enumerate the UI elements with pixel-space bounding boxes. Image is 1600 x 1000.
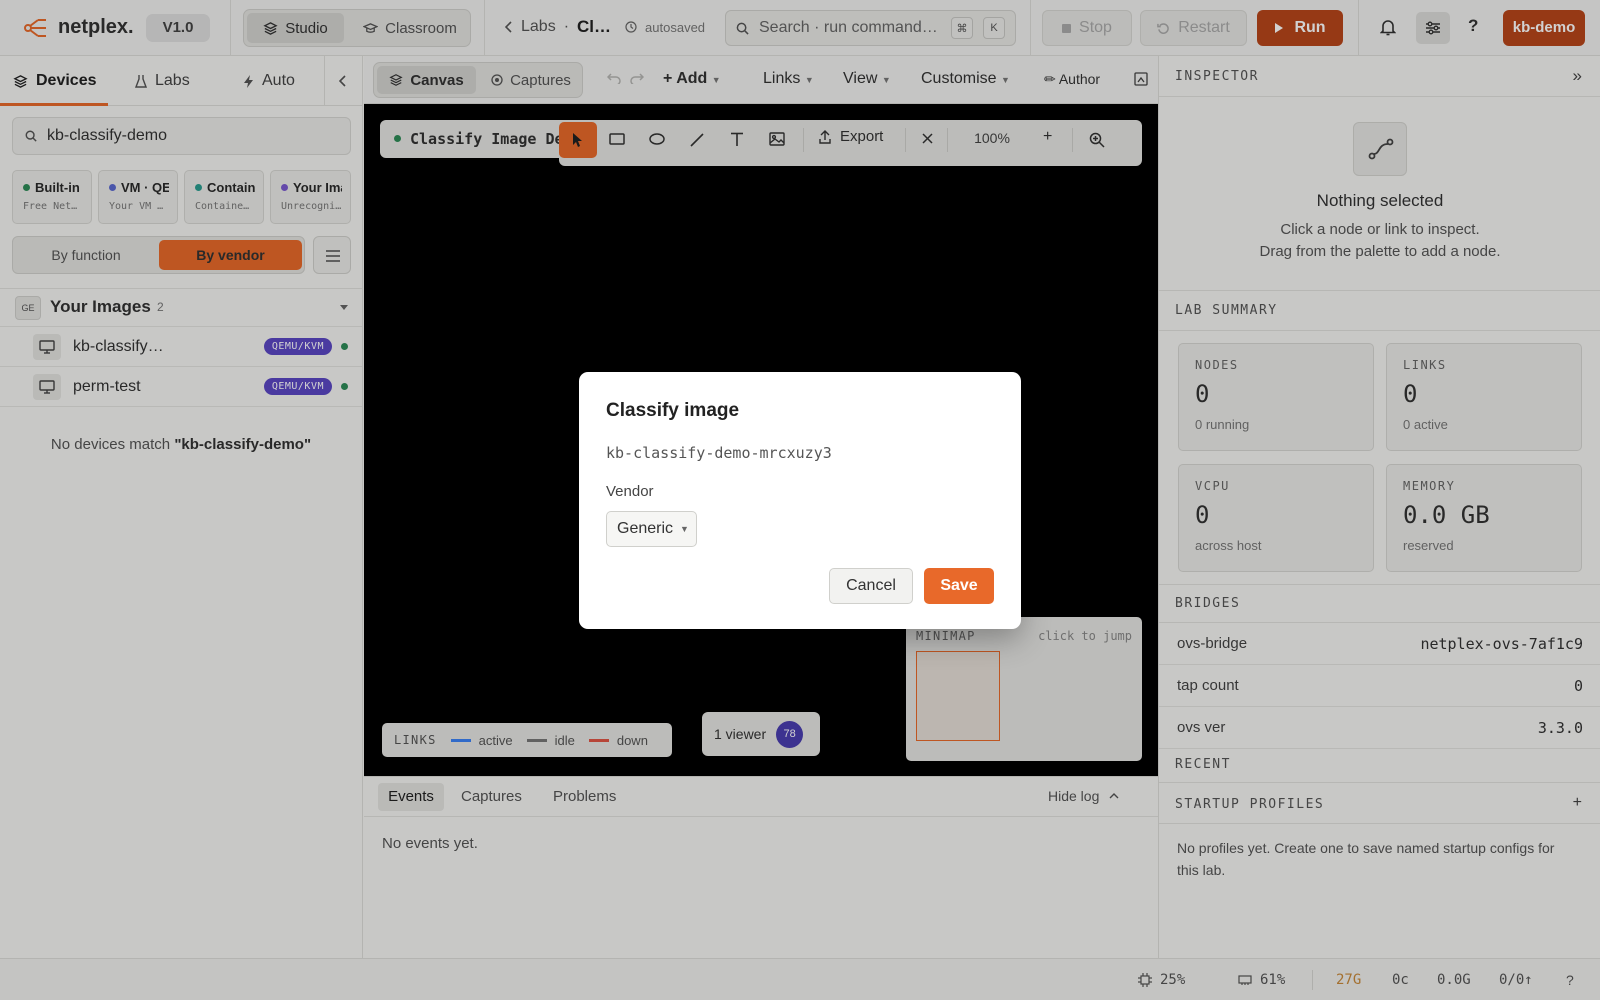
cancel-button[interactable]: Cancel xyxy=(829,568,913,604)
vendor-select[interactable]: Generic ▼ xyxy=(606,511,697,547)
caret-down-icon: ▼ xyxy=(680,524,689,534)
vendor-label: Vendor xyxy=(606,483,654,500)
image-identifier: kb-classify-demo-mrcxuzy3 xyxy=(606,444,832,462)
classify-image-dialog: Classify image kb-classify-demo-mrcxuzy3… xyxy=(579,372,1021,629)
vendor-select-value: Generic xyxy=(617,520,674,537)
dialog-title: Classify image xyxy=(606,400,740,421)
save-button[interactable]: Save xyxy=(924,568,994,604)
